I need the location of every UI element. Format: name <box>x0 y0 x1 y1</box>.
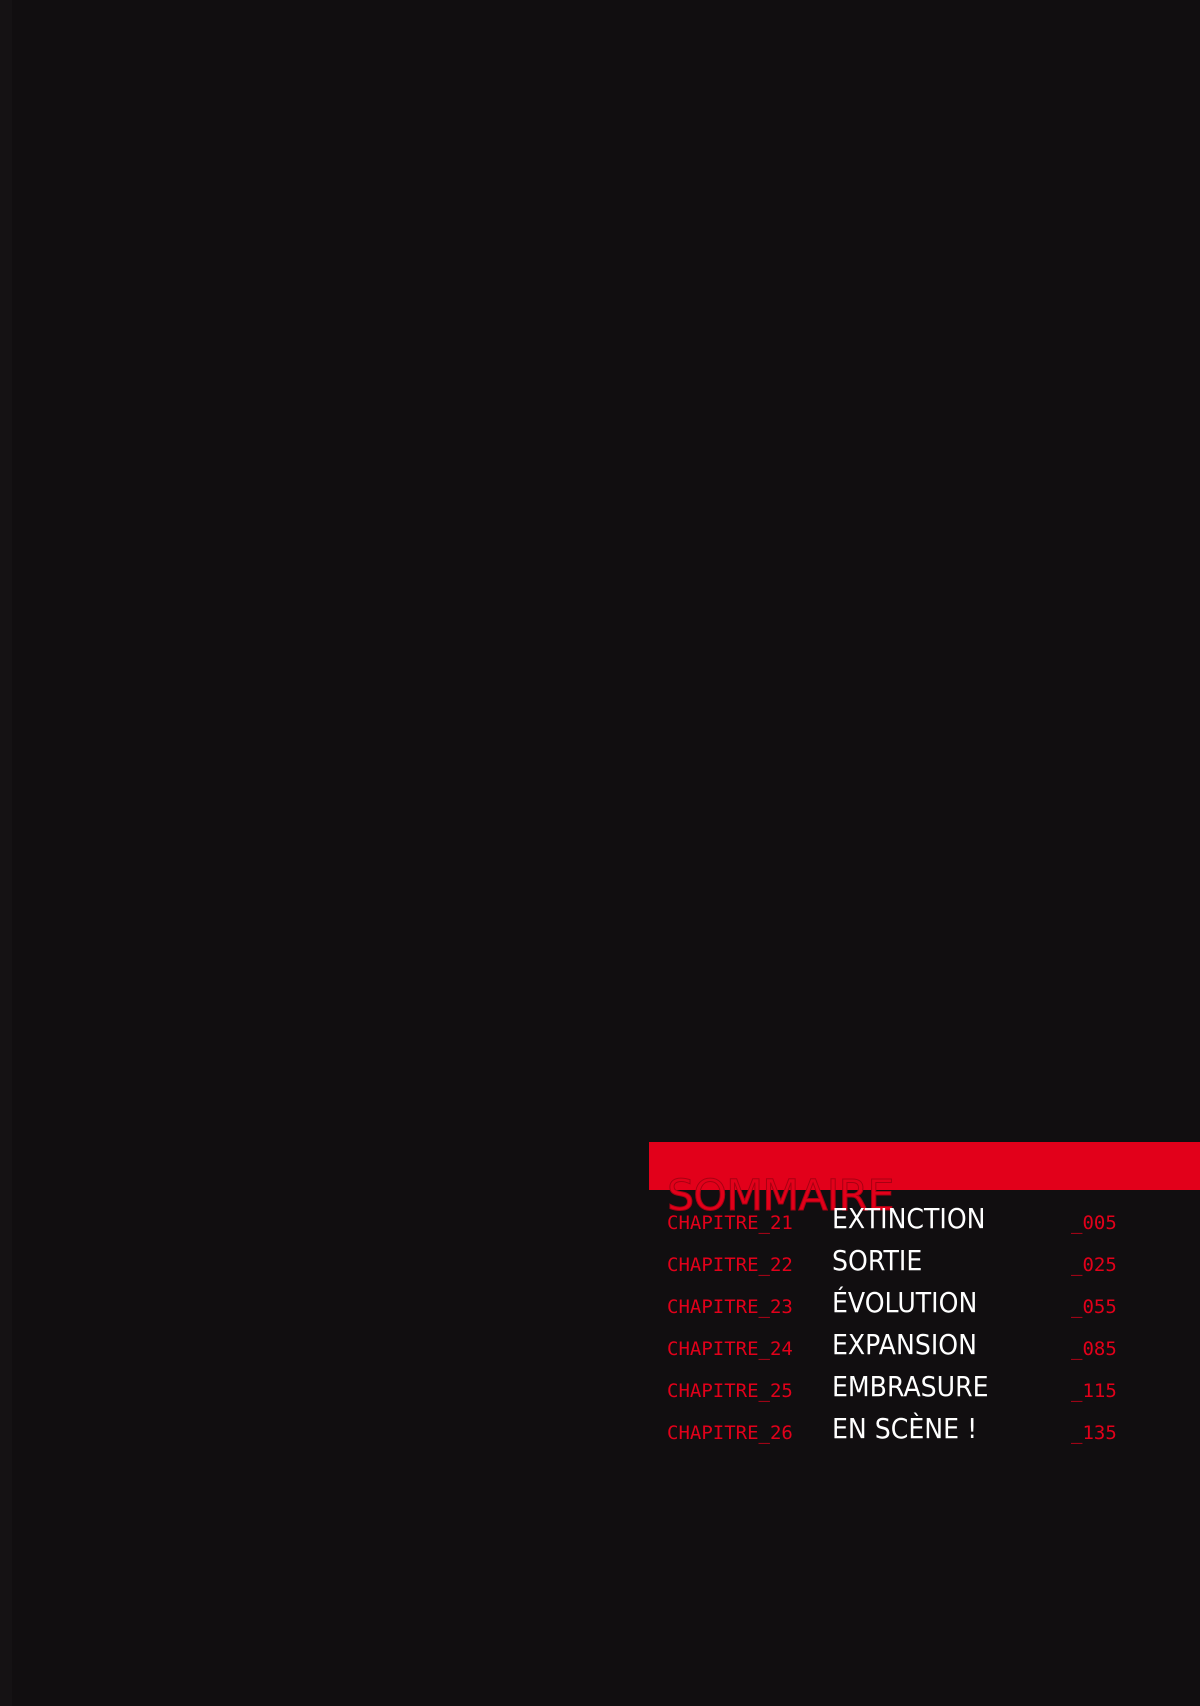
chapter-page-number: _005 <box>1071 1212 1117 1234</box>
chapter-page-number: _055 <box>1071 1296 1117 1318</box>
chapter-title: EXTINCTION <box>832 1202 986 1235</box>
toc-entry[interactable]: CHAPITRE_25 EMBRASURE _115 <box>649 1366 1200 1408</box>
chapter-title: ÉVOLUTION <box>832 1286 978 1319</box>
table-of-contents: SOMMAIRE CHAPITRE_21 EXTINCTION _005 CHA… <box>649 1142 1200 1450</box>
chapter-number: CHAPITRE_21 <box>667 1212 793 1234</box>
chapter-title: EN SCÈNE ! <box>832 1412 978 1445</box>
chapter-page-number: _115 <box>1071 1380 1117 1402</box>
page-gutter <box>0 0 12 1706</box>
toc-list: CHAPITRE_21 EXTINCTION _005 CHAPITRE_22 … <box>649 1198 1200 1450</box>
toc-entry[interactable]: CHAPITRE_24 EXPANSION _085 <box>649 1324 1200 1366</box>
chapter-title: SORTIE <box>832 1244 923 1277</box>
chapter-number: CHAPITRE_22 <box>667 1254 793 1276</box>
toc-entry[interactable]: CHAPITRE_26 EN SCÈNE ! _135 <box>649 1408 1200 1450</box>
toc-header-bar: SOMMAIRE <box>649 1142 1200 1220</box>
toc-entry[interactable]: CHAPITRE_21 EXTINCTION _005 <box>649 1198 1200 1240</box>
chapter-page-number: _135 <box>1071 1422 1117 1444</box>
chapter-number: CHAPITRE_24 <box>667 1338 793 1360</box>
chapter-number: CHAPITRE_26 <box>667 1422 793 1444</box>
chapter-title: EXPANSION <box>832 1328 977 1361</box>
toc-entry[interactable]: CHAPITRE_23 ÉVOLUTION _055 <box>649 1282 1200 1324</box>
chapter-page-number: _085 <box>1071 1338 1117 1360</box>
toc-entry[interactable]: CHAPITRE_22 SORTIE _025 <box>649 1240 1200 1282</box>
chapter-title: EMBRASURE <box>832 1370 989 1403</box>
chapter-page-number: _025 <box>1071 1254 1117 1276</box>
chapter-number: CHAPITRE_25 <box>667 1380 793 1402</box>
chapter-number: CHAPITRE_23 <box>667 1296 793 1318</box>
